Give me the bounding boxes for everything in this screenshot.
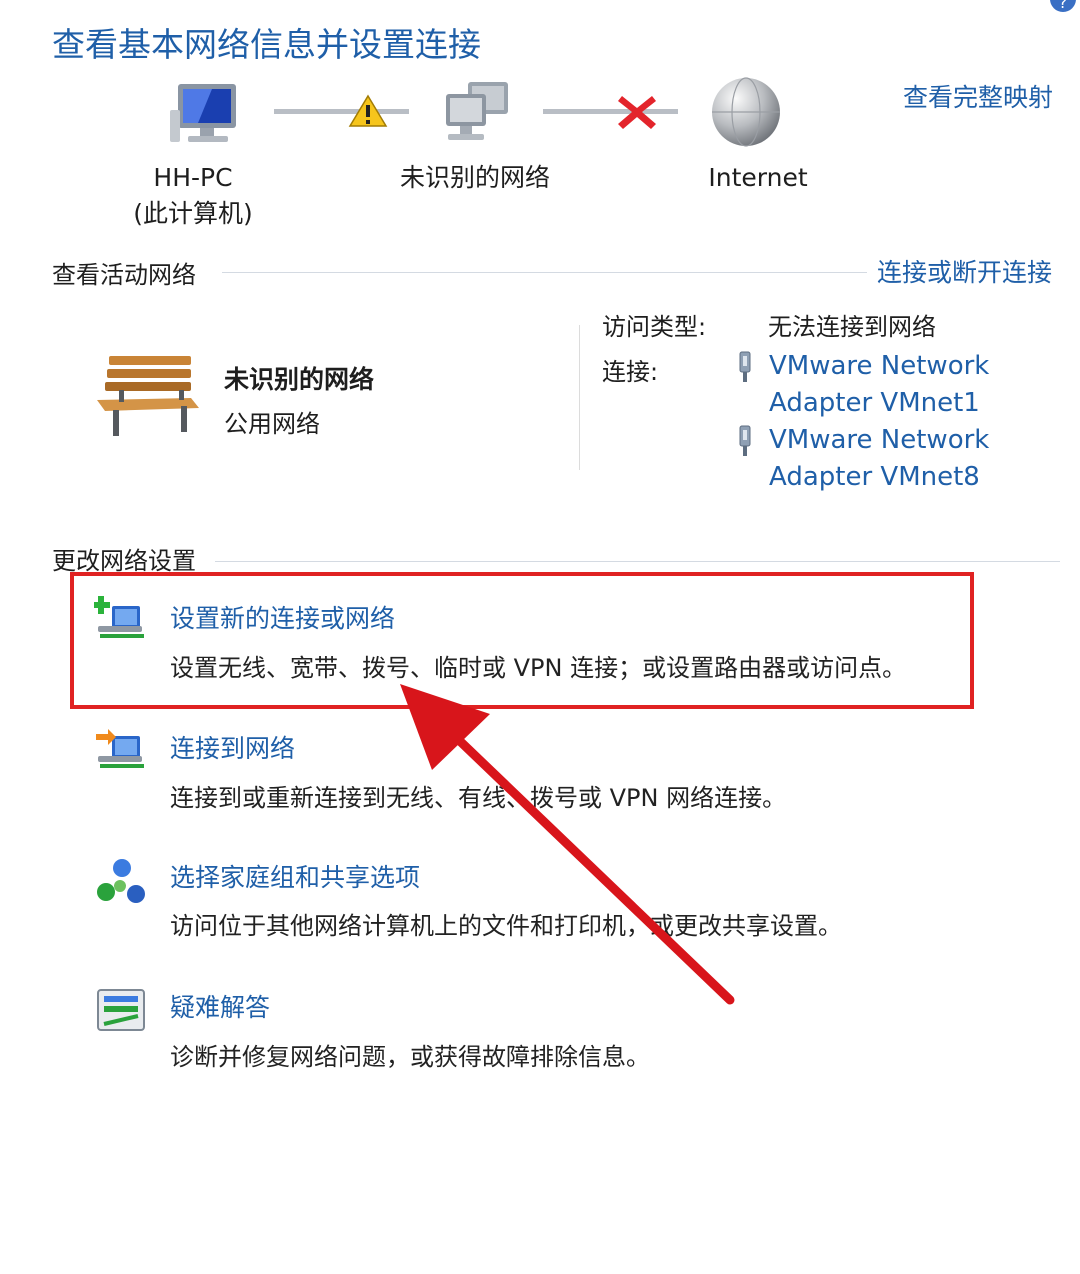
error-x-icon (618, 96, 656, 129)
network-adapter-icon (739, 351, 751, 382)
connection-vmnet8-line2: Adapter VMnet8 (769, 462, 980, 492)
task-troubleshoot-link[interactable]: 疑难解答 (170, 988, 270, 1024)
view-full-map-link[interactable]: 查看完整映射 (903, 78, 1053, 114)
bench-icon (97, 356, 199, 436)
computer-icon (170, 84, 236, 142)
section-divider (215, 561, 1060, 562)
access-type-label: 访问类型: (602, 313, 707, 341)
troubleshoot-icon (97, 989, 145, 1031)
page-title: 查看基本网络信息并设置连接 (52, 25, 481, 64)
network-type-link[interactable]: 公用网络 (224, 404, 320, 439)
node-label-computer: HH-PC (此计算机) (118, 160, 268, 232)
connection-vmnet1-link[interactable]: VMware Network Adapter VMnet1 (769, 348, 1029, 422)
computer-subtitle: (此计算机) (133, 199, 253, 228)
connect-disconnect-link[interactable]: 连接或断开连接 (877, 253, 1052, 289)
connection-vmnet1-line2: Adapter VMnet1 (769, 388, 980, 418)
new-connection-icon (94, 596, 144, 638)
network-adapter-icon (739, 425, 751, 456)
active-networks-header: 查看活动网络 (52, 261, 196, 289)
connect-network-icon (96, 729, 144, 768)
link-line-1 (274, 109, 409, 114)
computer-name: HH-PC (153, 163, 233, 192)
connection-vmnet1-line1: VMware Network (769, 351, 990, 381)
active-network-name: 未识别的网络 (224, 365, 375, 394)
connections-label: 连接: (602, 358, 659, 386)
globe-icon (712, 77, 780, 147)
section-divider (222, 272, 867, 273)
vertical-divider (579, 325, 580, 470)
annotation-arrow-icon (400, 684, 735, 1005)
task-setup-new-connection-link[interactable]: 设置新的连接或网络 (170, 599, 395, 635)
network-icon (446, 82, 508, 140)
access-type-value: 无法连接到网络 (768, 313, 936, 341)
connection-vmnet8-line1: VMware Network (769, 425, 990, 455)
change-settings-header: 更改网络设置 (52, 547, 196, 575)
task-troubleshoot-desc: 诊断并修复网络问题，或获得故障排除信息。 (170, 1043, 650, 1071)
connection-vmnet8-link[interactable]: VMware Network Adapter VMnet8 (769, 422, 1029, 496)
node-label-internet: Internet (708, 163, 808, 192)
task-connect-network-link[interactable]: 连接到网络 (170, 729, 295, 765)
node-label-network: 未识别的网络 (399, 163, 550, 192)
homegroup-icon (97, 859, 145, 903)
help-icon[interactable]: ? (1050, 0, 1076, 12)
warning-icon (348, 94, 388, 127)
